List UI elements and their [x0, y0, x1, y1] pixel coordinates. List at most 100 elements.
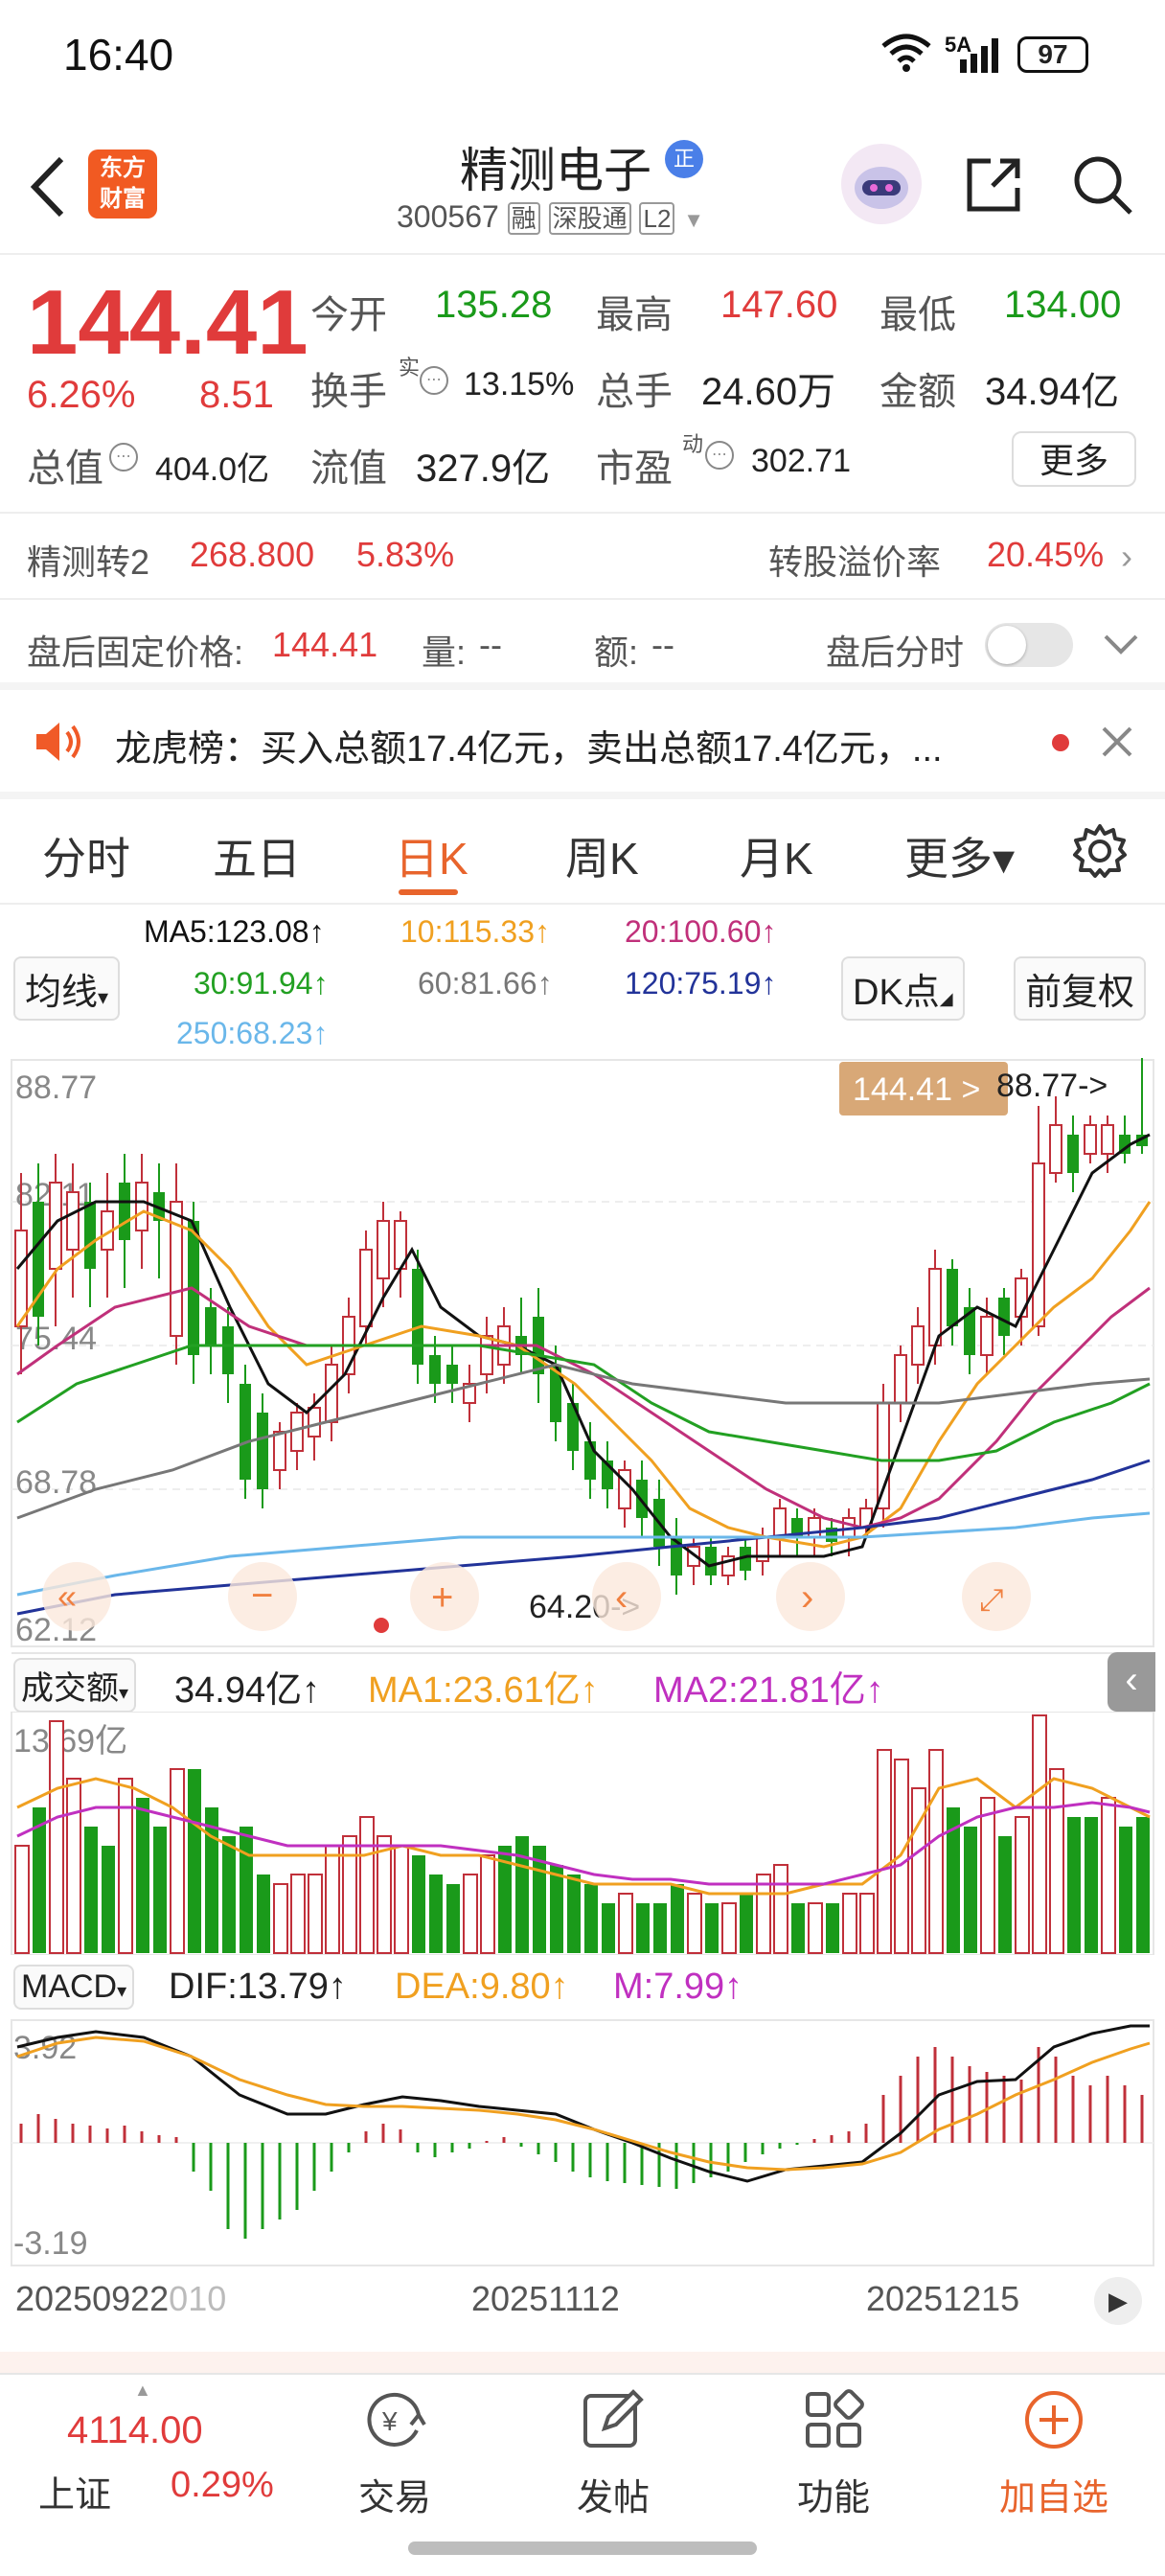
turnover-label: 换手 [310, 371, 387, 413]
nav-post[interactable]: 发帖 [517, 2386, 709, 2520]
share-icon[interactable] [962, 153, 1025, 221]
app-logo[interactable]: 东方 财富 [88, 150, 157, 218]
afterhours-divider [0, 682, 1165, 690]
info-icon[interactable]: ⋯ [420, 366, 448, 395]
settings-gear-icon[interactable] [1071, 822, 1129, 885]
index-name: 上证 [38, 2475, 112, 2516]
convertible-divider [0, 598, 1165, 600]
afterhours-amt-label: 额: [594, 632, 639, 672]
macd-caret-icon: ▾ [117, 1981, 127, 2002]
header-divider [0, 253, 1165, 255]
afterhours-toggle-label: 盘后分时 [826, 632, 965, 672]
nav-post-label: 发帖 [576, 2478, 650, 2518]
macd-chart: 3.92 -3.19 [11, 2019, 1154, 2266]
dk-caret-icon: ◢ [939, 989, 953, 1008]
tab-active-indicator [399, 889, 458, 895]
notice-text[interactable]: 龙虎榜：买入总额17.4亿元，卖出总额17.4亿元，... [115, 719, 943, 771]
date-label-1: 20250922010 [15, 2279, 226, 2319]
nav-add-watchlist[interactable]: 加自选 [958, 2386, 1150, 2520]
float-value: 327.9亿 [416, 448, 551, 490]
turnover-sup: 实 [399, 356, 421, 380]
nav-trade-label: 交易 [357, 2478, 431, 2518]
logo-line1: 东方 [100, 155, 146, 181]
ma20-line [16, 1286, 1151, 1530]
price-tag: 144.41 > [853, 1071, 980, 1108]
low-label: 最低 [879, 294, 956, 336]
play-icon[interactable]: ▶ [1094, 2277, 1142, 2325]
amount-label: 金额 [879, 371, 956, 413]
volume-selector-label: 成交额 [21, 1670, 119, 1707]
robot-assistant-icon[interactable] [841, 144, 922, 224]
afterhours-vol: -- [479, 625, 502, 664]
convertible-price: 268.800 [190, 535, 315, 574]
ma-selector[interactable]: 均线▾ [13, 956, 121, 1021]
tab-intraday[interactable]: 分时 [42, 824, 130, 887]
float-label: 流值 [310, 448, 387, 490]
candles [14, 1058, 1148, 1595]
ma60-legend: 60:81.66↑ [418, 966, 553, 1000]
adjust-button[interactable]: 前复权 [1014, 956, 1147, 1021]
fullscreen-icon[interactable]: ⤢ [979, 1582, 1004, 1617]
pe-label: 市盈 [596, 448, 673, 490]
tab-five-day[interactable]: 五日 [213, 824, 301, 887]
close-icon[interactable] [1100, 724, 1134, 764]
tag-l2: L2 [639, 202, 675, 235]
chevron-down-icon[interactable] [1102, 629, 1140, 662]
volume-caret-icon: ▾ [119, 1683, 129, 1704]
dropdown-icon[interactable]: ▼ [683, 208, 704, 232]
rewind-icon[interactable]: « [57, 1576, 77, 1616]
tabs-divider [0, 903, 1165, 905]
svg-text:¥: ¥ [381, 2406, 398, 2436]
status-time: 16:40 [63, 30, 174, 80]
tab-more[interactable]: 更多▾ [904, 824, 1015, 887]
tab-weekly-k[interactable]: 周K [565, 824, 639, 887]
search-icon[interactable] [1071, 153, 1134, 221]
afterhours-label: 盘后固定价格: [27, 632, 244, 672]
logo-line2: 财富 [100, 186, 146, 212]
nav-add-label: 加自选 [998, 2478, 1108, 2518]
open-label: 今开 [310, 294, 387, 336]
ma30-legend: 30:91.94↑ [194, 966, 329, 1000]
back-icon[interactable] [25, 153, 69, 225]
ma60-line [16, 1363, 1151, 1520]
mktcap-info-icon[interactable]: ⋯ [109, 443, 138, 472]
more-button[interactable]: 更多 [1012, 431, 1136, 487]
pe-info-icon[interactable]: ⋯ [705, 441, 734, 470]
tag-margin: 融 [507, 202, 540, 235]
ma10-line [15, 1201, 1152, 1549]
stock-code-row: 300567 融 深股通 L2 ▼ [397, 199, 704, 235]
collapse-panel-button[interactable]: ‹ [1108, 1652, 1155, 1712]
volume-header-line [11, 1652, 1154, 1654]
ma30-line [16, 1344, 1151, 1462]
kline-chart[interactable]: 88.77 82.11 75.44 68.78 62.12 [0, 1058, 1165, 1652]
convertible-name[interactable]: 精测转2 [27, 535, 149, 585]
caret-icon: ▾ [98, 985, 109, 1009]
afterhours-price: 144.41 [272, 625, 378, 664]
dk-button[interactable]: DK点◢ [841, 956, 965, 1021]
zoom-out-icon[interactable]: − [251, 1575, 273, 1617]
volume-ma2: MA2:21.81亿↑ [653, 1670, 884, 1711]
macd-selector[interactable]: MACD▾ [13, 1965, 135, 2010]
macd-dif-line [16, 2024, 1150, 2183]
date-label-2: 20251112 [471, 2279, 620, 2318]
nav-trade[interactable]: ¥ 交易 [299, 2386, 491, 2520]
dk-label: DK点 [853, 973, 940, 1013]
amount-value: 34.94亿 [985, 371, 1120, 413]
index-value: 4114.00 [67, 2409, 203, 2451]
zoom-in-icon[interactable]: + [431, 1576, 453, 1619]
notice-dot [1052, 734, 1069, 751]
chevron-right-icon[interactable]: › [1121, 537, 1132, 577]
scroll-left-icon[interactable]: ‹ [615, 1576, 628, 1619]
pe-sup: 动 [682, 432, 704, 456]
nav-function[interactable]: 功能 [738, 2386, 929, 2520]
volume-label: 总手 [596, 371, 673, 413]
stock-name: 精测电子 [460, 144, 651, 197]
premium-value: 20.45% [987, 535, 1105, 574]
add-circle-icon [1025, 2391, 1083, 2449]
tab-monthly-k[interactable]: 月K [740, 824, 813, 887]
volume-selector[interactable]: 成交额▾ [13, 1658, 137, 1713]
scroll-right-icon[interactable]: › [801, 1576, 813, 1619]
ma5-line [15, 1133, 1151, 1568]
tab-daily-k[interactable]: 日K [395, 824, 468, 887]
afterhours-toggle[interactable] [985, 623, 1073, 667]
